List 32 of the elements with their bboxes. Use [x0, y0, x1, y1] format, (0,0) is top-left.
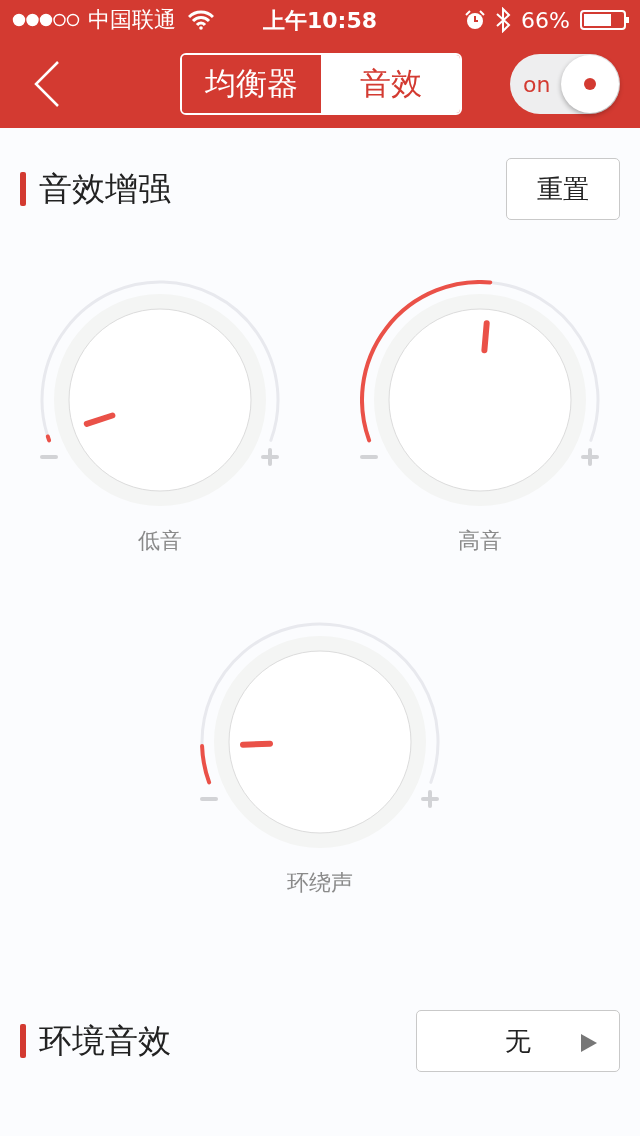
knob-label: 环绕声 [287, 869, 353, 897]
plus-icon [421, 790, 439, 808]
knob-dial[interactable] [54, 294, 266, 506]
power-toggle[interactable]: on [510, 54, 620, 114]
section-marker [20, 1024, 26, 1058]
alarm-clock-icon [465, 10, 486, 30]
section-marker [20, 172, 26, 206]
clock-time: 上午10:58 [263, 7, 377, 35]
battery-icon [580, 10, 630, 30]
play-icon [580, 1033, 598, 1053]
reset-button[interactable]: 重置 [506, 158, 620, 220]
knob-label: 低音 [138, 527, 182, 555]
wifi-icon [188, 10, 214, 30]
minus-icon [360, 455, 378, 459]
minus-icon [200, 797, 218, 801]
back-icon[interactable] [32, 60, 62, 108]
carrier-name: 中国联通 [88, 6, 176, 34]
plus-icon [581, 448, 599, 466]
segment-tab[interactable]: 音效 [321, 55, 460, 113]
signal-strength-icon [12, 13, 80, 27]
section-title: 音效增强 [39, 167, 171, 210]
knob-level-arc [200, 744, 212, 785]
plus-icon [261, 448, 279, 466]
knob-label: 高音 [458, 527, 502, 555]
ambience-dropdown[interactable]: 无 [416, 1010, 620, 1072]
battery-percent: 66% [521, 7, 570, 33]
knob-dial[interactable] [214, 636, 426, 848]
minus-icon [40, 455, 58, 459]
knob-level-arc [45, 434, 52, 443]
knob-dial[interactable] [374, 294, 586, 506]
bluetooth-icon [495, 7, 512, 33]
section-title: 环境音效 [39, 1019, 171, 1062]
